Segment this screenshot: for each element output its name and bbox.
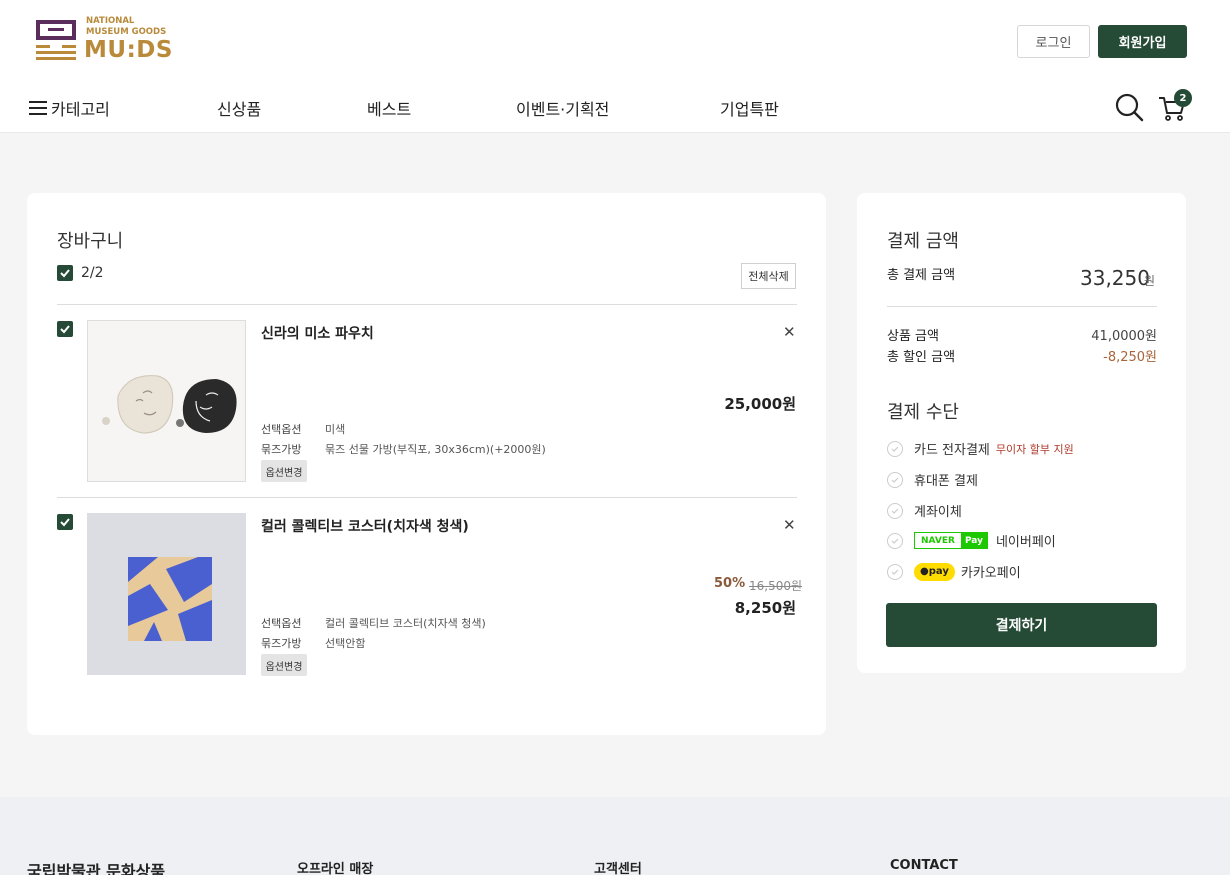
change-option-button[interactable]: 옵션변경	[261, 654, 307, 676]
method-label: 네이버페이	[995, 535, 1056, 550]
pouch-image	[88, 321, 245, 481]
remove-icon[interactable]: ✕	[783, 323, 796, 341]
change-option-button[interactable]: 옵션변경	[261, 460, 307, 482]
menu-icon[interactable]	[29, 101, 47, 115]
product-amount: 41,0000원	[1091, 329, 1157, 344]
discount-amount: -8,250원	[1103, 350, 1157, 365]
radio-icon	[887, 471, 903, 488]
footer-contact-heading: CONTACT	[890, 858, 958, 873]
item-checkbox[interactable]	[57, 321, 73, 337]
cart-title: 장바구니	[57, 231, 124, 252]
nav-best[interactable]: 베스트	[367, 96, 411, 120]
select-all-checkbox[interactable]	[57, 265, 73, 281]
radio-icon	[887, 532, 903, 549]
naverpay-logo: NAVER Pay	[914, 532, 988, 549]
brand-logo[interactable]: NATIONAL MUSEUM GOODS MU:DS	[34, 16, 174, 64]
site-header	[0, 0, 1230, 133]
discount-rate: 50%	[714, 576, 746, 591]
divider	[57, 497, 797, 498]
nav-corporate[interactable]: 기업특판	[720, 96, 779, 120]
option-value: 선택안함	[325, 637, 366, 650]
signup-button[interactable]: 회원가입	[1098, 25, 1187, 58]
option-label: 선택옵션	[261, 423, 302, 436]
discount-amount-label: 총 할인 금액	[887, 350, 956, 365]
brand-name: MU:DS	[84, 37, 173, 63]
item-price: 8,250원	[734, 599, 796, 617]
footer-cs-heading: 고객센터	[594, 862, 642, 875]
nav-new[interactable]: 신상품	[217, 96, 261, 120]
brand-line1: NATIONAL	[86, 16, 135, 26]
check-icon	[60, 518, 70, 527]
item-price: 25,000원	[724, 395, 796, 413]
product-amount-label: 상품 금액	[887, 329, 939, 344]
cart-count-badge: 2	[1174, 89, 1192, 107]
muds-logo-icon	[36, 20, 76, 60]
method-transfer[interactable]: 계좌이체	[887, 501, 962, 520]
check-icon	[60, 325, 70, 334]
brand-line2: MUSEUM GOODS	[86, 27, 167, 37]
method-phone[interactable]: 휴대폰 결제	[887, 470, 978, 489]
option-value: 미색	[325, 423, 346, 436]
login-button[interactable]: 로그인	[1017, 25, 1090, 58]
option-label: 묶즈가방	[261, 443, 302, 456]
method-kakaopay[interactable]: ● pay 카카오페이	[887, 562, 1021, 581]
radio-icon	[887, 502, 903, 519]
nav-event[interactable]: 이벤트·기획전	[516, 96, 609, 120]
radio-icon	[887, 563, 903, 580]
nav-category[interactable]: 카테고리	[51, 96, 110, 120]
method-label: 카카오페이	[960, 566, 1021, 581]
option-value: 컬러 콜렉티브 코스터(치자색 청색)	[325, 617, 486, 630]
total-label: 총 결제 금액	[887, 268, 956, 283]
radio-icon	[887, 440, 903, 457]
method-label: 계좌이체	[914, 505, 962, 520]
kakaopay-logo: ● pay	[914, 562, 955, 581]
original-price: 16,500원	[749, 579, 803, 593]
product-image[interactable]	[87, 320, 246, 482]
item-checkbox[interactable]	[57, 514, 73, 530]
item-name[interactable]: 컬러 콜렉티브 코스터(치자색 청색)	[261, 516, 469, 536]
search-icon[interactable]	[1114, 92, 1144, 122]
payment-title: 결제 금액	[887, 231, 959, 252]
option-label: 묶즈가방	[261, 637, 302, 650]
coaster-image	[88, 514, 245, 674]
method-naverpay[interactable]: NAVER Pay 네이버페이	[887, 531, 1056, 550]
delete-all-button[interactable]: 전체삭제	[741, 263, 796, 289]
product-image[interactable]	[87, 513, 246, 675]
currency-unit: 원	[1144, 274, 1156, 288]
installment-badge: 무이자 할부 지원	[995, 442, 1074, 456]
option-label: 선택옵션	[261, 617, 302, 630]
option-value: 묶즈 선물 가방(부직포, 30x36cm)(+2000원)	[325, 443, 546, 456]
item-name[interactable]: 신라의 미소 파우치	[261, 323, 374, 343]
check-icon	[60, 269, 70, 278]
remove-icon[interactable]: ✕	[783, 516, 796, 534]
payment-method-title: 결제 수단	[887, 402, 959, 423]
method-label: 카드 전자결제	[914, 443, 990, 458]
footer-offline-heading: 오프라인 매장	[297, 862, 374, 875]
total-amount: 33,250	[1080, 266, 1150, 290]
divider	[57, 304, 797, 305]
divider	[887, 306, 1157, 307]
checkout-button[interactable]: 결제하기	[886, 603, 1157, 647]
method-card[interactable]: 카드 전자결제 무이자 할부 지원	[887, 439, 1074, 458]
method-label: 휴대폰 결제	[914, 474, 978, 489]
footer-title: 국립박물관 문화상품	[27, 862, 166, 875]
selected-count: 2/2	[81, 265, 104, 281]
